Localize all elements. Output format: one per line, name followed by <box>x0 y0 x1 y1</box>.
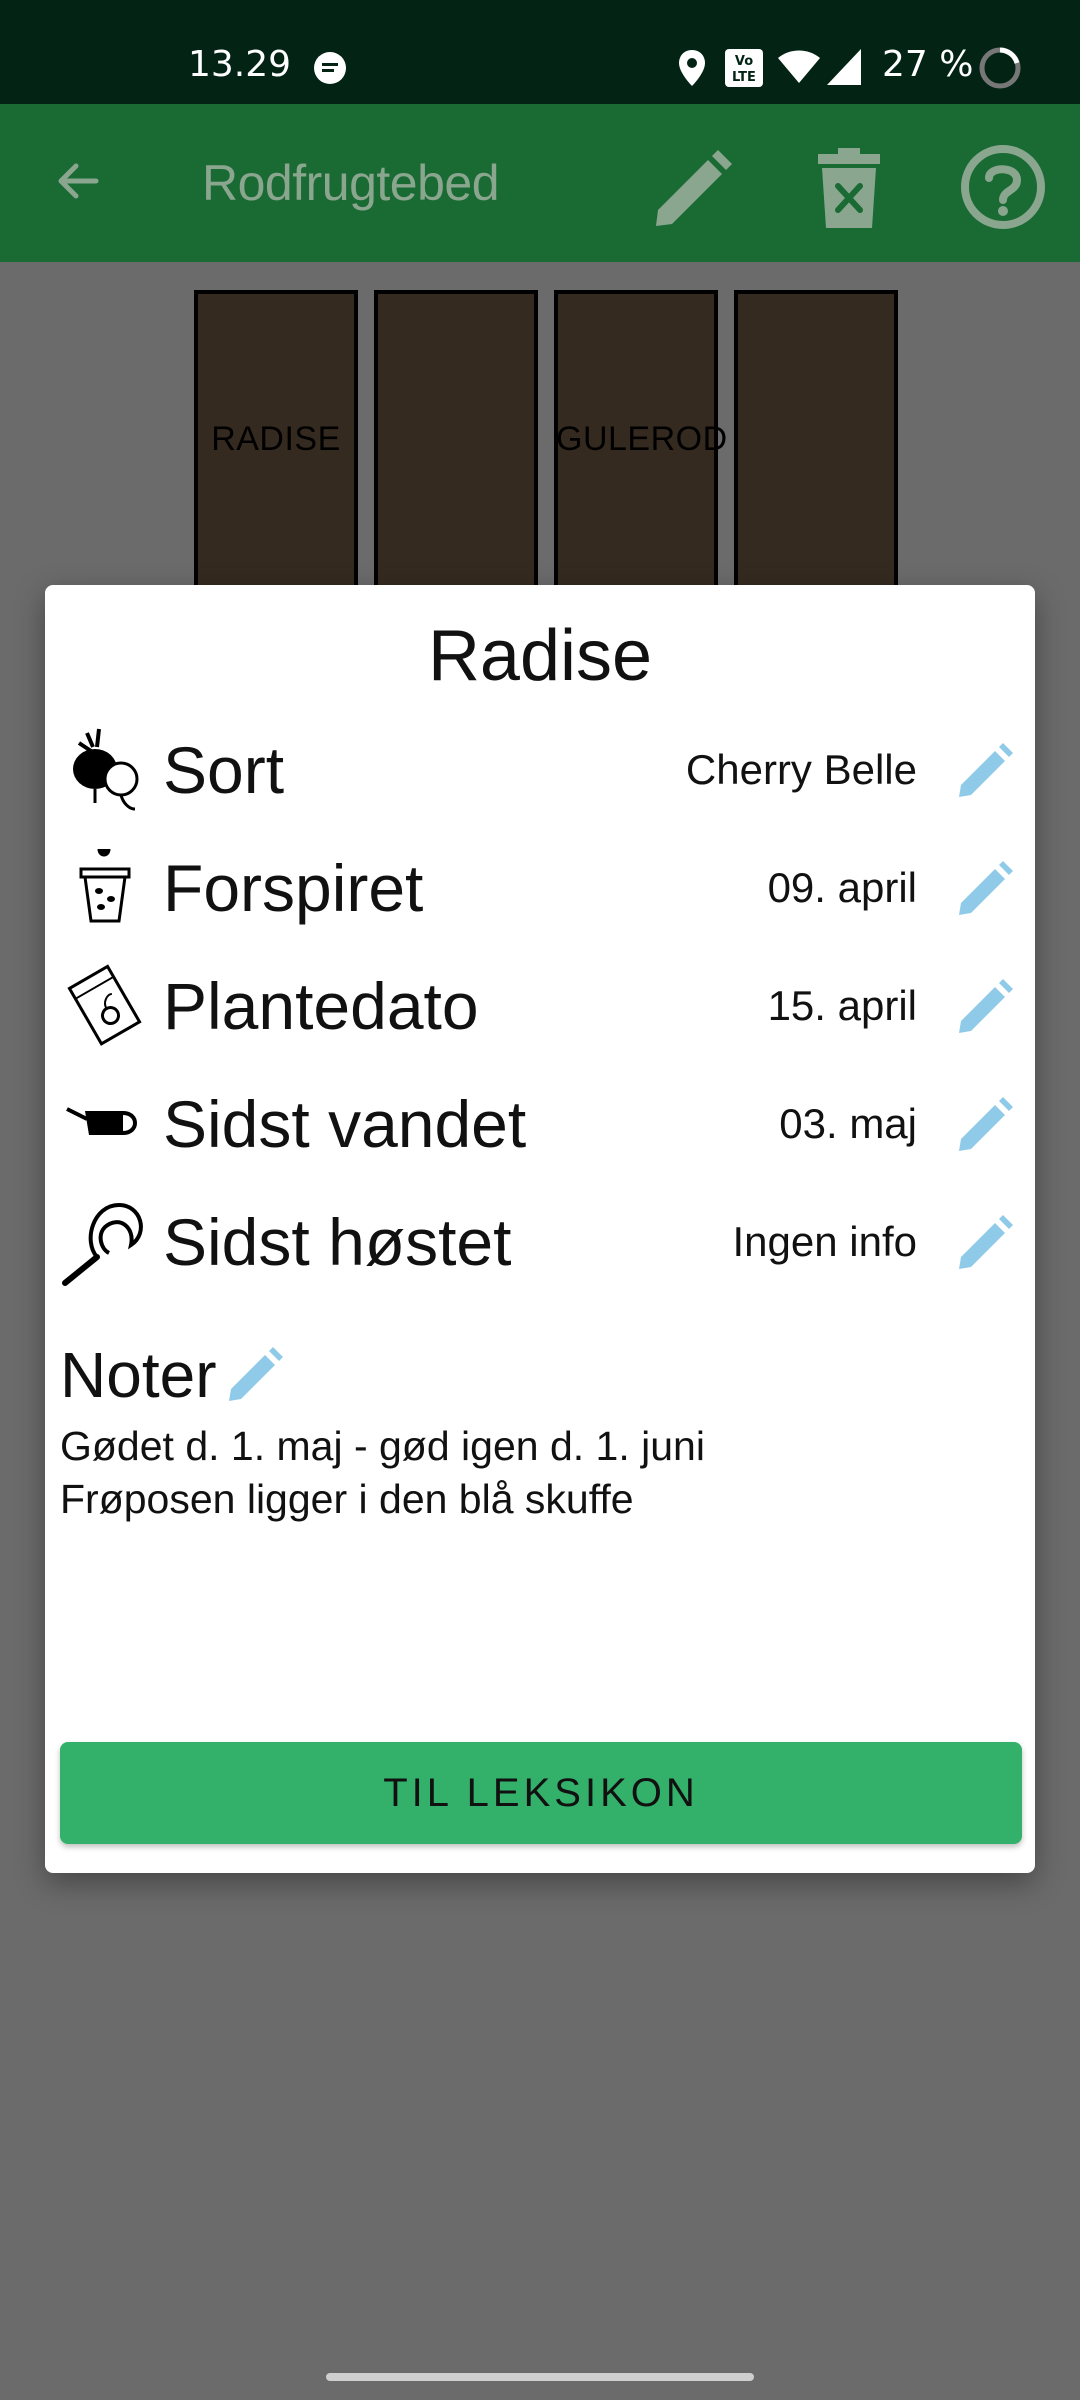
row-value-sidst-vandet: 03. maj <box>779 1100 917 1147</box>
app-title: Rodfrugtebed <box>202 155 500 211</box>
edit-sidst-hostet-icon[interactable] <box>955 1213 1015 1273</box>
notes-line: Gødet d. 1. maj - gød igen d. 1. juni <box>60 1423 705 1469</box>
plant-detail-dialog: Radise Sort Cherry Belle Forspiret 09. a… <box>45 585 1035 1873</box>
back-arrow-icon[interactable] <box>50 154 104 213</box>
dialog-title: Radise <box>427 616 653 696</box>
row-sidst-hostet: Sidst høstet Ingen info <box>45 1197 1035 1307</box>
row-label-forspiret: Forspiret <box>163 851 424 925</box>
row-label-plantedato: Plantedato <box>163 969 479 1043</box>
row-value-forspiret: 09. april <box>767 864 917 911</box>
edit-forspiret-icon[interactable] <box>955 859 1015 919</box>
notes-text: Gødet d. 1. maj - gød igen d. 1. juni Fr… <box>60 1420 705 1526</box>
notes-line: Frøposen ligger i den blå skuffe <box>60 1476 634 1522</box>
row-sort: Sort Cherry Belle <box>45 725 1035 835</box>
help-icon[interactable] <box>960 144 1046 235</box>
status-time: 13.29 <box>188 44 292 85</box>
row-sidst-vandet: Sidst vandet 03. maj <box>45 1079 1035 1189</box>
radish-icon <box>65 725 145 815</box>
gesture-bar[interactable] <box>326 2373 754 2381</box>
row-forspiret: Forspiret 09. april <box>45 843 1035 953</box>
notes-title: Noter <box>60 1339 217 1411</box>
edit-plantedato-icon[interactable] <box>955 977 1015 1037</box>
bed-label-1: RADISE <box>211 420 341 458</box>
row-value-sort: Cherry Belle <box>685 746 917 793</box>
row-plantedato: Plantedato 15. april <box>45 961 1035 1071</box>
row-value-plantedato: 15. april <box>767 982 917 1029</box>
row-value-sidst-hostet: Ingen info <box>732 1218 918 1265</box>
battery-ring-icon <box>978 46 1022 95</box>
seed-packet-icon <box>65 961 145 1051</box>
app-bar: Rodfrugtebed <box>0 104 1080 262</box>
location-icon <box>676 48 708 93</box>
sickle-icon <box>57 1197 143 1287</box>
edit-notes-icon[interactable] <box>225 1345 285 1405</box>
volte-icon: Vo LTE <box>724 48 764 93</box>
edit-sort-icon[interactable] <box>955 741 1015 801</box>
watering-can-icon <box>65 1079 145 1169</box>
battery-percent: 27 % <box>882 44 974 85</box>
edit-icon[interactable] <box>650 148 734 237</box>
svg-text:LTE: LTE <box>732 70 756 85</box>
bed-plot-4[interactable] <box>734 290 898 590</box>
message-icon <box>312 50 348 91</box>
signal-icon <box>826 48 862 91</box>
wifi-icon <box>778 50 820 89</box>
row-label-sidst-hostet: Sidst høstet <box>163 1205 512 1279</box>
svg-text:Vo: Vo <box>735 54 753 69</box>
status-bar: 13.29 Vo LTE 27 % <box>0 0 1080 104</box>
seed-pot-icon <box>65 843 145 933</box>
bed-label-3: GULEROD <box>556 420 728 458</box>
edit-sidst-vandet-icon[interactable] <box>955 1095 1015 1155</box>
til-leksikon-button[interactable]: TIL LEKSIKON <box>60 1742 1022 1844</box>
bed-plot-2[interactable] <box>374 290 538 590</box>
row-label-sidst-vandet: Sidst vandet <box>163 1087 527 1161</box>
row-label-sort: Sort <box>163 733 285 807</box>
delete-icon[interactable] <box>816 146 882 235</box>
